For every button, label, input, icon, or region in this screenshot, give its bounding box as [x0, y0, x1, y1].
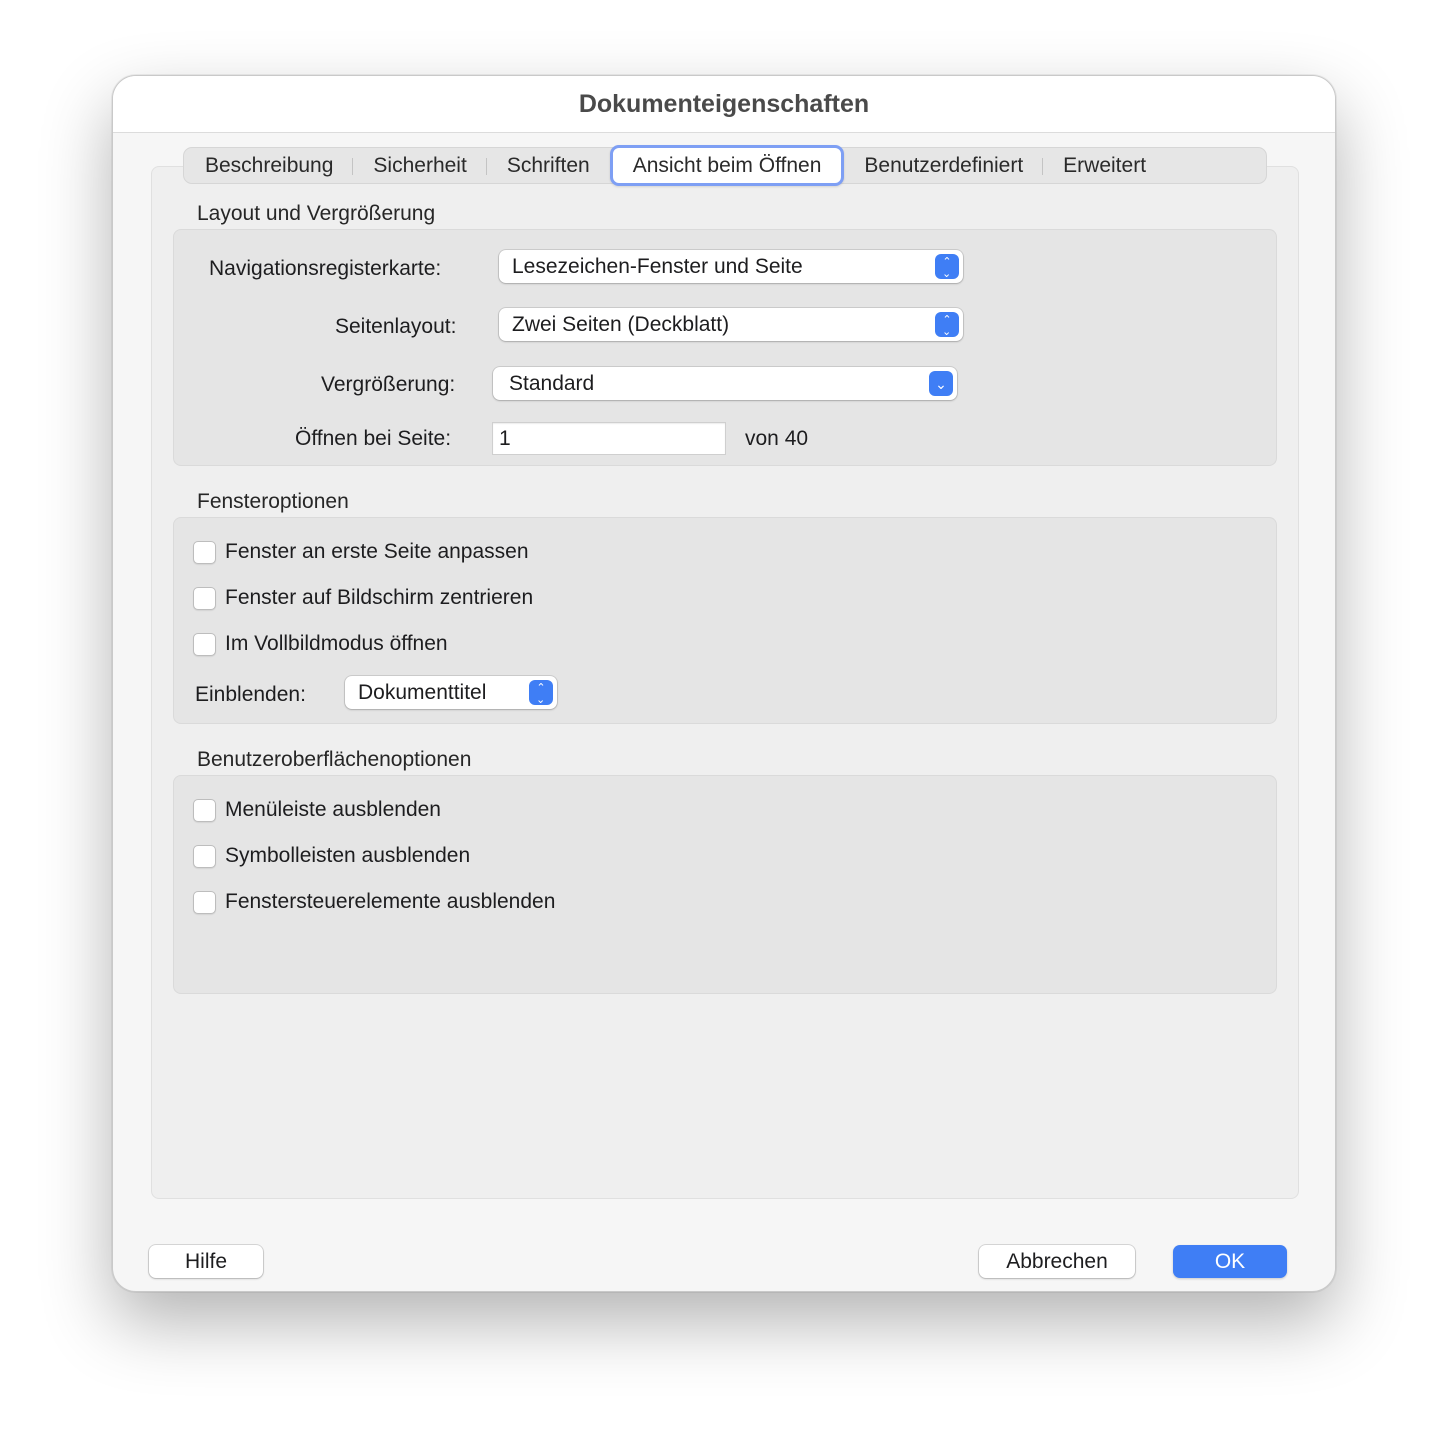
tab-erweitert[interactable]: Erweitert — [1043, 148, 1166, 183]
checkbox[interactable] — [193, 844, 216, 868]
chevron-down-icon: ⌄ — [929, 371, 953, 396]
tab-label: Schriften — [506, 153, 590, 177]
document-properties-dialog: Dokumenteigenschaften Beschreibung Siche… — [112, 75, 1336, 1292]
up-down-arrows-icon: ⌃ ⌃ — [529, 680, 553, 705]
hide-menubar-checkbox[interactable]: Menüleiste ausblenden — [193, 798, 441, 822]
page-layout-label: Seitenlayout: — [335, 315, 457, 338]
tab-bar: Beschreibung Sicherheit Schriften Ansich… — [183, 145, 1267, 186]
up-down-arrows-icon: ⌃ ⌃ — [935, 254, 959, 279]
checkbox-label: Fenster auf Bildschirm zentrieren — [225, 586, 534, 609]
navigation-tab-select[interactable]: Lesezeichen-Fenster und Seite ⌃ ⌃ — [499, 250, 963, 283]
tab-benutzerdefiniert[interactable]: Benutzerdefiniert — [848, 148, 1043, 183]
fit-window-to-first-page-checkbox[interactable]: Fenster an erste Seite anpassen — [193, 540, 529, 564]
checkbox-label: Symbolleisten ausblenden — [225, 844, 471, 867]
checkbox-label: Fenster an erste Seite anpassen — [225, 540, 529, 563]
tab-label: Benutzerdefiniert — [864, 153, 1024, 177]
navigation-tab-label: Navigationsregisterkarte: — [209, 257, 442, 280]
page-layout-select[interactable]: Zwei Seiten (Deckblatt) ⌃ ⌃ — [499, 308, 963, 341]
window-options-title: Fensteroptionen — [197, 490, 349, 513]
checkbox[interactable] — [193, 798, 216, 822]
tab-label: Sicherheit — [373, 153, 467, 177]
fullscreen-mode-checkbox[interactable]: Im Vollbildmodus öffnen — [193, 632, 448, 656]
cancel-button[interactable]: Abbrechen — [979, 1245, 1135, 1278]
show-select[interactable]: Dokumenttitel ⌃ ⌃ — [345, 676, 557, 709]
tab-ansicht-beim-oeffnen[interactable]: Ansicht beim Öffnen — [609, 145, 845, 186]
page-count-label: von 40 — [745, 427, 809, 450]
checkbox[interactable] — [193, 632, 216, 656]
checkbox[interactable] — [193, 586, 216, 610]
tab-schriften[interactable]: Schriften — [487, 148, 606, 183]
tab-label: Beschreibung — [205, 153, 334, 177]
page-layout-value: Zwei Seiten (Deckblatt) — [512, 312, 730, 336]
tab-beschreibung[interactable]: Beschreibung — [184, 148, 354, 183]
ok-button[interactable]: OK — [1173, 1245, 1287, 1278]
checkbox[interactable] — [193, 540, 216, 564]
tab-label: Erweitert — [1063, 153, 1147, 177]
ui-options-title: Benutzeroberflächenoptionen — [197, 748, 472, 771]
hide-toolbars-checkbox[interactable]: Symbolleisten ausblenden — [193, 844, 470, 868]
show-label: Einblenden: — [195, 683, 306, 706]
magnification-label: Vergrößerung: — [321, 373, 456, 396]
checkbox-label: Im Vollbildmodus öffnen — [225, 632, 448, 655]
magnification-value: Standard — [509, 371, 595, 395]
layout-section-title: Layout und Vergrößerung — [197, 202, 436, 225]
hide-window-controls-checkbox[interactable]: Fenstersteuerelemente ausblenden — [193, 890, 555, 914]
window-title: Dokumenteigenschaften — [578, 89, 870, 118]
checkbox[interactable] — [193, 890, 216, 914]
up-down-arrows-icon: ⌃ ⌃ — [935, 312, 959, 337]
open-at-page-input[interactable] — [492, 422, 726, 455]
checkbox-label: Fenstersteuerelemente ausblenden — [225, 890, 556, 913]
tab-sicherheit[interactable]: Sicherheit — [353, 148, 488, 183]
navigation-tab-value: Lesezeichen-Fenster und Seite — [512, 254, 803, 278]
checkbox-label: Menüleiste ausblenden — [225, 798, 441, 821]
show-value: Dokumenttitel — [358, 680, 487, 704]
tab-label: Ansicht beim Öffnen — [632, 153, 822, 177]
titlebar: Dokumenteigenschaften — [113, 76, 1335, 133]
magnification-select[interactable]: Standard ⌄ — [493, 367, 957, 400]
center-window-checkbox[interactable]: Fenster auf Bildschirm zentrieren — [193, 586, 533, 610]
help-button[interactable]: Hilfe — [149, 1245, 263, 1278]
open-at-page-label: Öffnen bei Seite: — [295, 427, 452, 450]
